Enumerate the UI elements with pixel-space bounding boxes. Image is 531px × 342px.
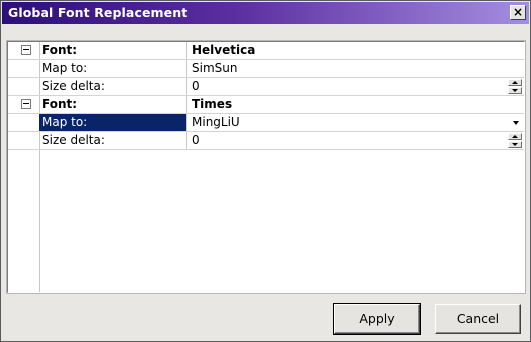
property-row-size-delta[interactable]: Size delta: 0 — [8, 78, 524, 96]
property-label: Size delta: — [39, 78, 187, 95]
spin-down-button[interactable] — [508, 141, 522, 148]
dialog-window: Global Font Replacement × Font: Helvetic… — [0, 0, 531, 342]
property-row-font-helvetica[interactable]: Font: Helvetica — [8, 42, 524, 60]
property-row-map-to-selected[interactable]: Map to: MingLiU — [8, 114, 524, 132]
size-delta-field[interactable]: 0 — [188, 132, 524, 149]
collapse-minus-icon[interactable] — [21, 45, 31, 55]
property-row-size-delta[interactable]: Size delta: 0 — [8, 132, 524, 150]
size-delta-field[interactable]: 0 — [188, 78, 524, 95]
property-value: Times — [192, 97, 233, 111]
property-label: Size delta: — [39, 132, 187, 149]
map-to-field[interactable]: SimSun — [188, 60, 524, 77]
cancel-button[interactable]: Cancel — [435, 304, 521, 334]
close-icon[interactable]: × — [510, 5, 526, 20]
property-label: Font: — [39, 96, 187, 113]
property-row-map-to[interactable]: Map to: SimSun — [8, 60, 524, 78]
collapse-minus-icon[interactable] — [21, 99, 31, 109]
property-row-font-times[interactable]: Font: Times — [8, 96, 524, 114]
spin-up-down-icon[interactable] — [508, 79, 522, 94]
window-title: Global Font Replacement — [8, 5, 188, 20]
spin-up-down-icon[interactable] — [508, 133, 522, 148]
property-label: Map to: — [39, 60, 187, 77]
spin-up-button[interactable] — [508, 133, 522, 140]
property-label: Map to: — [39, 114, 187, 131]
chevron-down-icon[interactable] — [513, 121, 519, 125]
spin-up-button[interactable] — [508, 79, 522, 86]
map-to-dropdown[interactable]: MingLiU — [188, 114, 524, 131]
spin-down-button[interactable] — [508, 87, 522, 94]
property-label: Font: — [39, 42, 187, 59]
apply-button[interactable]: Apply — [333, 303, 421, 335]
title-bar[interactable]: Global Font Replacement × — [2, 2, 529, 24]
property-grid: Font: Helvetica Map to: SimSun Size delt… — [6, 40, 526, 294]
property-value: Helvetica — [192, 43, 256, 57]
